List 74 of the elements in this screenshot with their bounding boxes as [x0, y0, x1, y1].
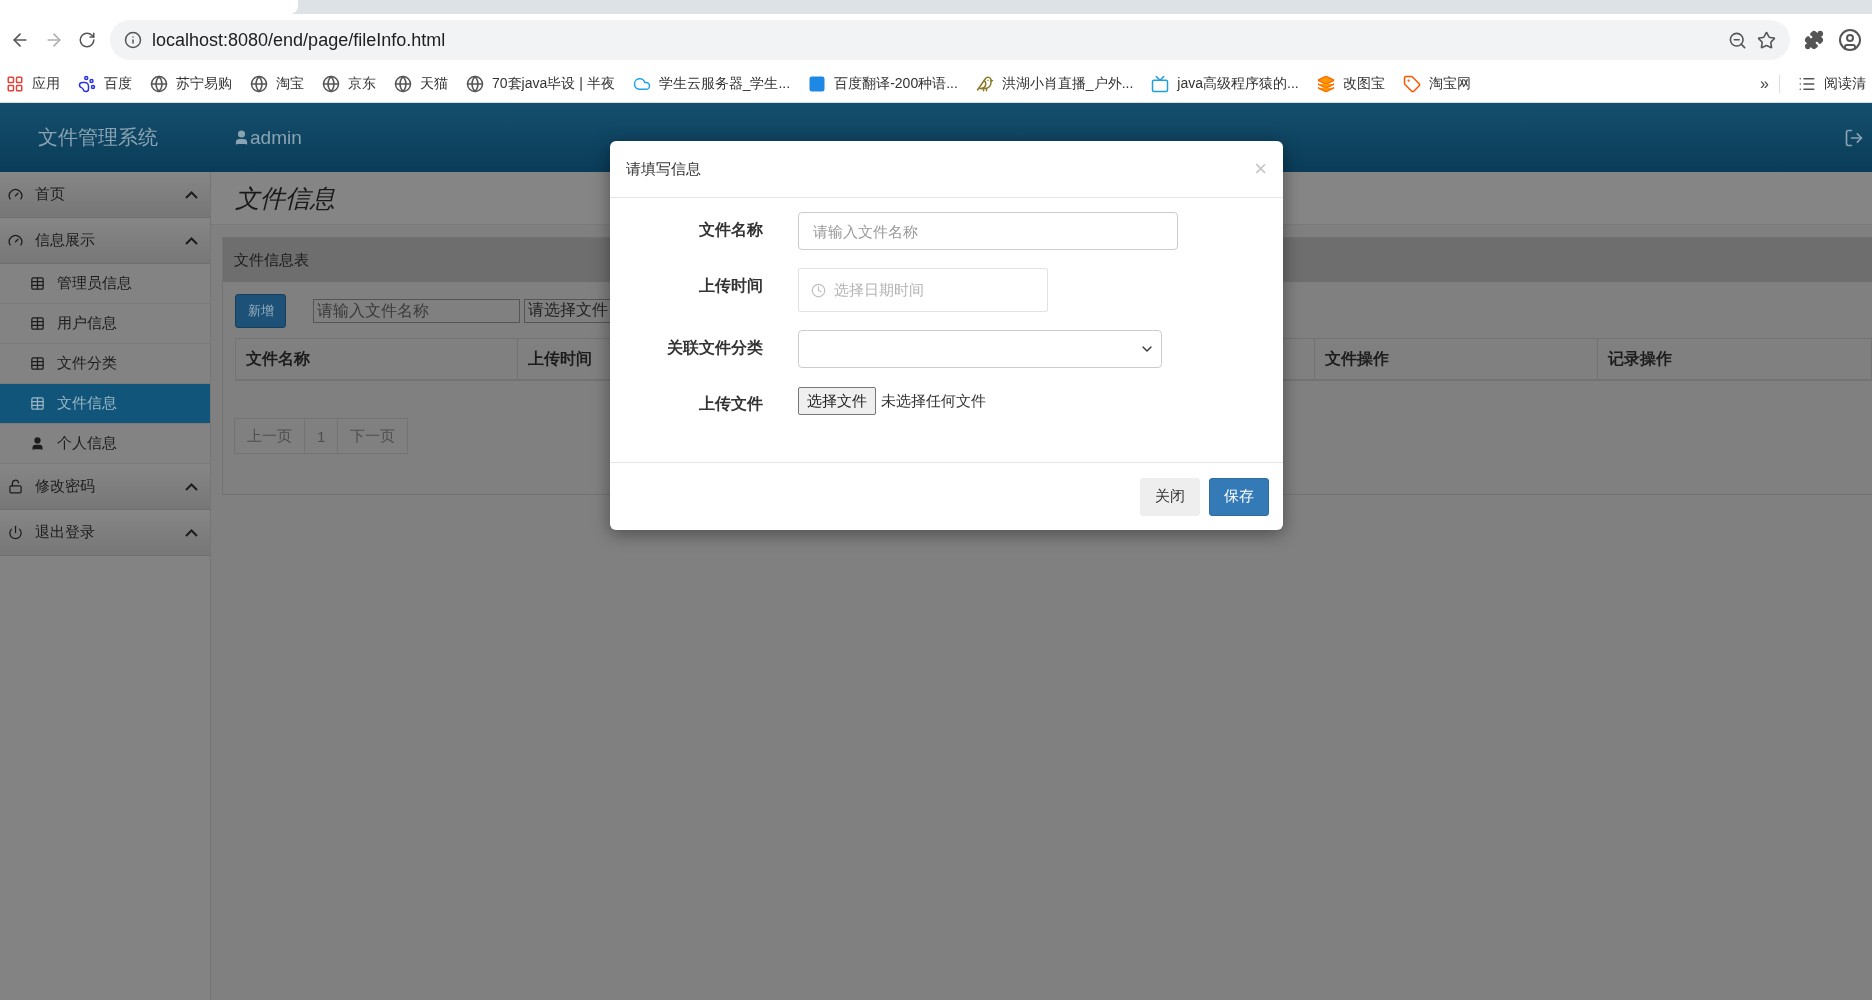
- star-icon[interactable]: [1757, 30, 1776, 50]
- url-text: localhost:8080/end/page/fileInfo.html: [152, 29, 447, 51]
- logout-icon[interactable]: [1844, 127, 1864, 148]
- field-label: 上传文件: [698, 394, 763, 414]
- user-icon: [233, 129, 250, 146]
- field-label: 文件名称: [698, 220, 763, 240]
- user-icon: [30, 436, 45, 451]
- clock-icon: [811, 282, 826, 298]
- bookmark[interactable]: 淘宝网: [1402, 75, 1471, 93]
- chevron-up-icon: [185, 528, 198, 537]
- file-status: 未选择任何文件: [881, 391, 986, 411]
- bird-icon: [975, 75, 994, 93]
- add-button[interactable]: 新增: [235, 294, 286, 328]
- field-label: 关联文件分类: [666, 338, 763, 358]
- bookmark[interactable]: 学生云服务器_学生...: [632, 75, 791, 93]
- table-icon: [30, 396, 45, 411]
- dashboard-icon: [8, 233, 23, 248]
- list-icon: [1798, 75, 1816, 93]
- search-field[interactable]: 请输入文件名称: [313, 299, 520, 323]
- sidebar-item[interactable]: 文件信息: [0, 384, 210, 424]
- column-header: 文件名称: [235, 339, 518, 379]
- bookmark[interactable]: 改图宝: [1316, 75, 1385, 93]
- close-dialog-button[interactable]: 关闭: [1140, 477, 1200, 516]
- bookmark[interactable]: 淘宝: [250, 75, 304, 93]
- column-header: 记录操作: [1598, 339, 1872, 379]
- globe-icon: [322, 75, 340, 93]
- tag-icon: [1402, 75, 1421, 93]
- cloud-icon: [632, 75, 651, 93]
- bookmark[interactable]: 苏宁易购: [150, 75, 232, 93]
- column-header: 文件操作: [1315, 339, 1598, 379]
- file-name-field[interactable]: 请输入文件名称: [798, 212, 1178, 250]
- bookmarks-overflow[interactable]: »: [1760, 75, 1780, 93]
- zoom-out-icon[interactable]: [1728, 30, 1747, 50]
- globe-icon: [250, 75, 268, 93]
- date-placeholder: 选择日期时间: [834, 280, 924, 300]
- power-icon: [8, 525, 23, 540]
- puzzle-icon[interactable]: [1804, 30, 1824, 50]
- table-icon: [30, 276, 45, 291]
- chevron-up-icon: [185, 236, 198, 245]
- apps-icon: [6, 75, 24, 93]
- globe-icon: [394, 75, 412, 93]
- chevron-up-icon: [185, 190, 198, 199]
- reload-icon[interactable]: [78, 31, 96, 49]
- save-button[interactable]: 保存: [1209, 477, 1269, 516]
- paw-icon: [78, 75, 96, 93]
- bookmark[interactable]: 天猫: [394, 75, 448, 93]
- globe-icon: [466, 75, 484, 93]
- bookmark[interactable]: 洪湖小肖直播_户外...: [975, 75, 1134, 93]
- profile-icon[interactable]: [1838, 28, 1862, 52]
- panel-title: 文件信息表: [234, 250, 309, 270]
- page-title: 文件信息: [235, 182, 335, 214]
- globe-icon: [150, 75, 168, 93]
- square-icon: [808, 75, 827, 93]
- lock-icon: [8, 479, 23, 494]
- info-icon: [124, 31, 142, 49]
- bookmark[interactable]: java高级程序猿的...: [1151, 75, 1299, 93]
- bookmark[interactable]: 应用: [6, 75, 60, 93]
- tv-icon: [1151, 75, 1170, 93]
- bookmark[interactable]: 百度翻译-200种语...: [808, 75, 958, 93]
- table-icon: [30, 316, 45, 331]
- address-bar[interactable]: localhost:8080/end/page/fileInfo.html: [110, 20, 1790, 60]
- table-icon: [30, 356, 45, 371]
- field-label: 上传时间: [698, 276, 763, 296]
- reading-list[interactable]: 阅读清: [1798, 75, 1866, 93]
- chevron-up-icon: [185, 482, 198, 491]
- choose-file-button[interactable]: 选择文件: [798, 387, 876, 415]
- bookmark[interactable]: 京东: [322, 75, 376, 93]
- bookmark[interactable]: 百度: [78, 75, 132, 93]
- app-brand: 文件管理系统: [38, 125, 159, 150]
- bookmark[interactable]: 70套java毕设 | 半夜: [466, 75, 615, 93]
- user-name[interactable]: admin: [233, 126, 302, 149]
- dialog-title: 请填写信息: [626, 159, 702, 179]
- dashboard-icon: [8, 187, 23, 202]
- layers-icon: [1316, 75, 1335, 93]
